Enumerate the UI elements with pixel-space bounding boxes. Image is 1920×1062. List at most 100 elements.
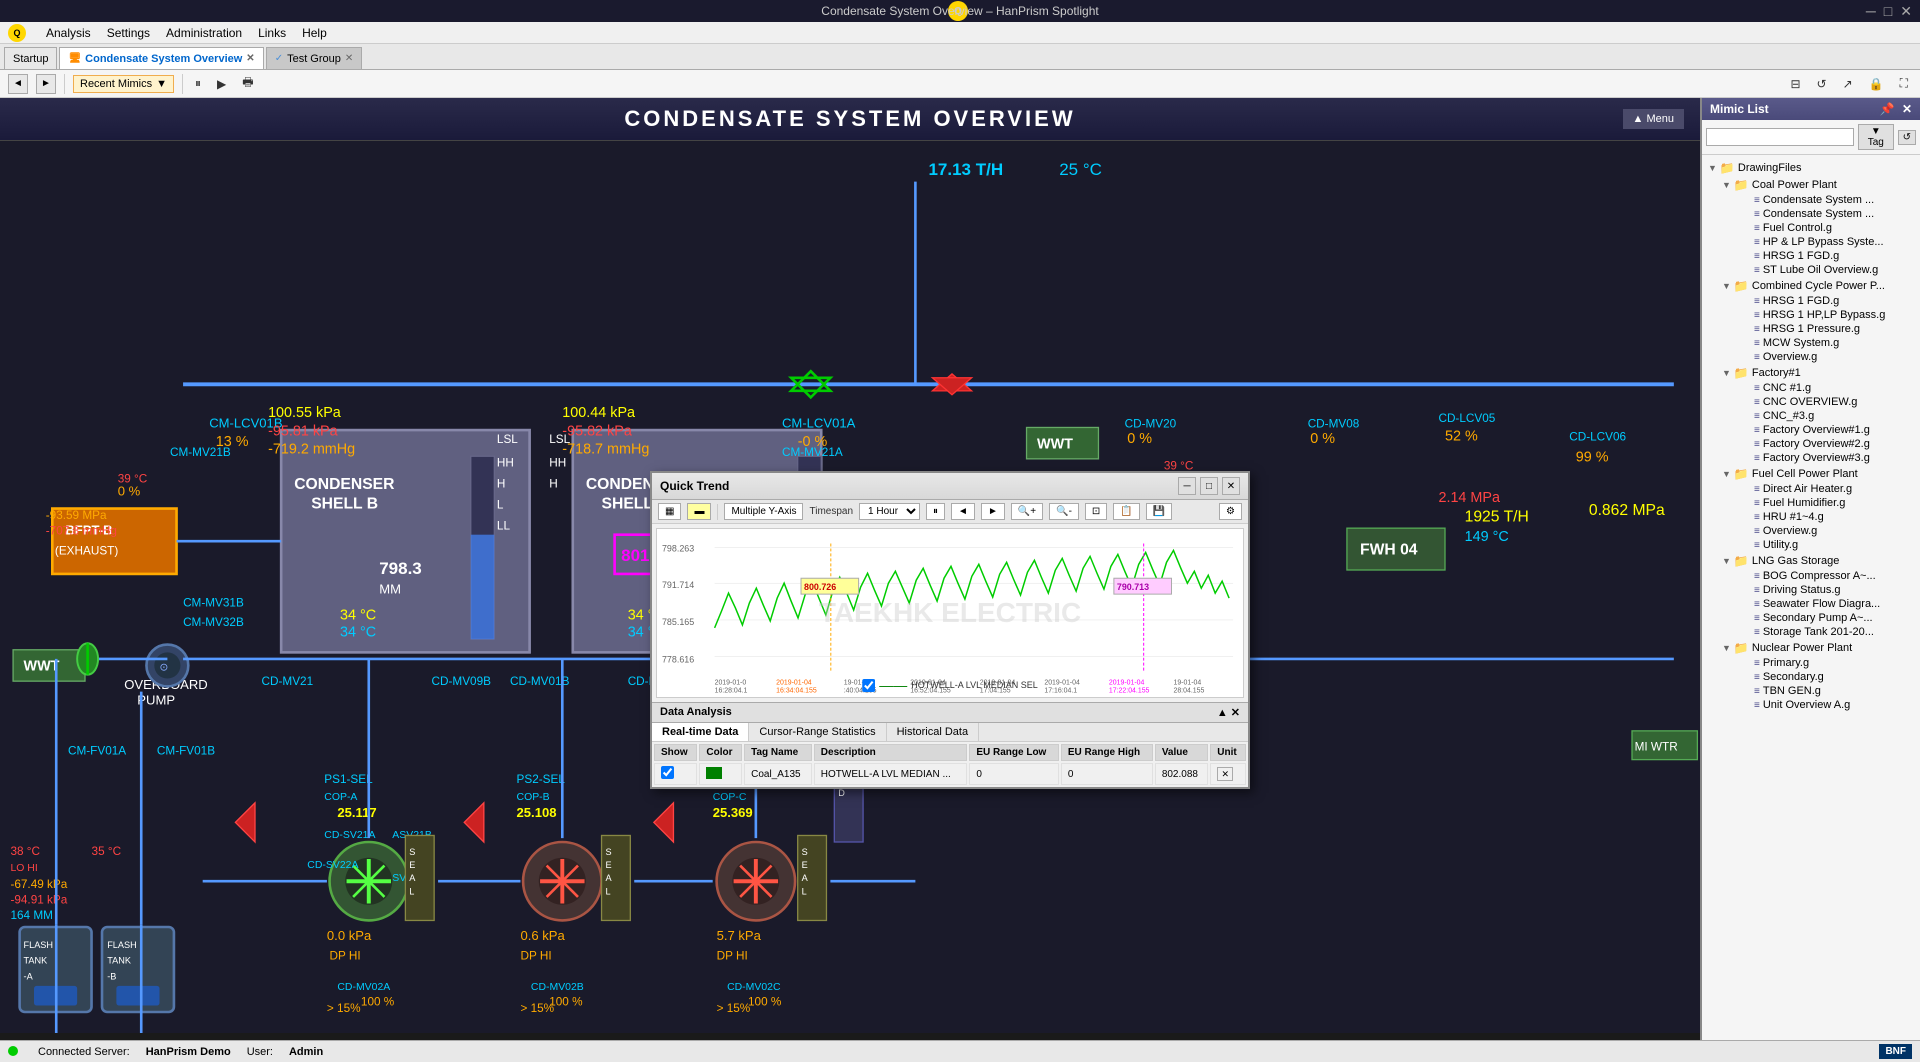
tree-item-cnc3[interactable]: ≡CNC_#3.g [1734, 409, 1916, 423]
menu-settings[interactable]: Settings [107, 26, 150, 40]
delete-row-btn[interactable]: ✕ [1217, 767, 1233, 781]
menu-administration[interactable]: Administration [166, 26, 242, 40]
cell-show[interactable] [654, 763, 697, 785]
qt-multi-y[interactable]: Multiple Y-Axis [724, 503, 803, 520]
qt-timespan-select[interactable]: 1 Hour [859, 503, 920, 520]
ml-filter-btn[interactable]: ▼ Tag [1858, 124, 1894, 150]
minimize-btn[interactable]: ─ [1866, 3, 1876, 20]
tree-item-stlube[interactable]: ≡ ST Lube Oil Overview.g [1734, 263, 1916, 277]
tree-item-fact1[interactable]: ≡Factory Overview#1.g [1734, 423, 1916, 437]
tree-item-cnc1[interactable]: ≡CNC #1.g [1734, 381, 1916, 395]
da-tab-realtime[interactable]: Real-time Data [652, 723, 749, 741]
pause-button[interactable]: ⏸ [191, 74, 205, 93]
menu-analysis[interactable]: Analysis [46, 26, 91, 40]
restore-btn[interactable]: □ [1884, 3, 1892, 20]
tree-item-overview-cc[interactable]: ≡ Overview.g [1734, 350, 1916, 364]
tree-item-cncover[interactable]: ≡CNC OVERVIEW.g [1734, 395, 1916, 409]
tree-item-fuelcontrol[interactable]: ≡ Fuel Control.g [1734, 221, 1916, 235]
da-tab-cursor[interactable]: Cursor-Range Statistics [749, 723, 886, 741]
close-btn[interactable]: ✕ [1900, 3, 1912, 20]
link-icon[interactable]: ↗ [1839, 75, 1857, 93]
da-tab-historical[interactable]: Historical Data [887, 723, 980, 741]
tree-item-mcw[interactable]: ≡ MCW System.g [1734, 336, 1916, 350]
play-button[interactable]: ▶ [213, 75, 230, 93]
tree-item-hrsg1hplp[interactable]: ≡ HRSG 1 HP,LP Bypass.g [1734, 308, 1916, 322]
qt-zoom-in[interactable]: 🔍+ [1011, 503, 1043, 520]
tree-item-hplp[interactable]: ≡ HP & LP Bypass Syste... [1734, 235, 1916, 249]
tree-folder-fuelcell-header[interactable]: ▼ 📁 Fuel Cell Power Plant [1720, 466, 1916, 482]
tree-item-hru[interactable]: ≡HRU #1~4.g [1734, 510, 1916, 524]
tree-item-condensate2[interactable]: ≡ Condensate System ... [1734, 207, 1916, 221]
table-row[interactable]: Coal_A135 HOTWELL-A LVL MEDIAN ... 0 0 8… [654, 763, 1246, 785]
lock-icon[interactable]: 🔒 [1865, 75, 1888, 93]
tab-close-testgroup[interactable]: ✕ [345, 53, 353, 64]
tree-item-hrsg1fgd2[interactable]: ≡ HRSG 1 FGD.g [1734, 294, 1916, 308]
tree-item-condensate1[interactable]: ≡ Condensate System ... [1734, 193, 1916, 207]
qt-pause-btn[interactable]: ⏸ [926, 503, 945, 520]
tree-item-overviewfc[interactable]: ≡Overview.g [1734, 524, 1916, 538]
tree-folder-drawingfiles-header[interactable]: ▼ 📁 DrawingFiles [1706, 160, 1916, 176]
svg-text:100.44 kPa: 100.44 kPa [562, 405, 635, 421]
tree-folder-coal-header[interactable]: ▼ 📁 Coal Power Plant [1720, 177, 1916, 193]
tree-item-directair[interactable]: ≡Direct Air Heater.g [1734, 482, 1916, 496]
qt-copy-btn[interactable]: 📋 [1113, 503, 1139, 520]
tree-item-bog[interactable]: ≡BOG Compressor A~... [1734, 569, 1916, 583]
tree-folder-combined-header[interactable]: ▼ 📁 Combined Cycle Power P... [1720, 278, 1916, 294]
ml-search-input[interactable] [1706, 128, 1854, 146]
tab-condensate[interactable]: 🖥 Condensate System Overview ✕ [59, 47, 263, 69]
tree-folder-nuclear-header[interactable]: ▼ 📁 Nuclear Power Plant [1720, 640, 1916, 656]
qt-window-controls[interactable]: ─ □ ✕ [1178, 477, 1240, 495]
ml-pin-icon[interactable]: 📌 [1880, 102, 1895, 116]
chevron-lng: ▼ [1722, 556, 1731, 566]
tree-item-secondary[interactable]: ≡Secondary.g [1734, 670, 1916, 684]
tab-close-condensate[interactable]: ✕ [246, 53, 254, 64]
tree-item-secondary-pump[interactable]: ≡Secondary Pump A~... [1734, 611, 1916, 625]
qt-zoom-out[interactable]: 🔍- [1049, 503, 1079, 520]
qt-zoom-reset[interactable]: ⊡ [1085, 503, 1107, 520]
tree-item-primary[interactable]: ≡Primary.g [1734, 656, 1916, 670]
menu-links[interactable]: Links [258, 26, 286, 40]
tab-testgroup[interactable]: ✓ Test Group ✕ [266, 47, 363, 69]
tree-item-tbn[interactable]: ≡TBN GEN.g [1734, 684, 1916, 698]
tree-folder-factory-header[interactable]: ▼ 📁 Factory#1 [1720, 365, 1916, 381]
ml-close-icon[interactable]: ✕ [1902, 102, 1912, 116]
qt-close[interactable]: ✕ [1222, 477, 1240, 495]
fi10: ≡ [1754, 425, 1760, 436]
qt-minimize[interactable]: ─ [1178, 477, 1196, 495]
tree-item-driving[interactable]: ≡Driving Status.g [1734, 583, 1916, 597]
fullscreen-icon[interactable]: ⛶ [1896, 74, 1912, 93]
tree-item-storage-tank[interactable]: ≡Storage Tank 201-20... [1734, 625, 1916, 639]
da-controls[interactable]: ▲ ✕ [1217, 706, 1240, 719]
tree-item-fact2[interactable]: ≡Factory Overview#2.g [1734, 437, 1916, 451]
tree-item-fuelhumid[interactable]: ≡Fuel Humidifier.g [1734, 496, 1916, 510]
qt-prev-btn[interactable]: ◄ [951, 503, 975, 520]
svg-text:99 %: 99 % [1576, 449, 1609, 465]
tree-item-hrsg1fgd[interactable]: ≡ HRSG 1 FGD.g [1734, 249, 1916, 263]
tree-item-hrsg1pressure[interactable]: ≡ HRSG 1 Pressure.g [1734, 322, 1916, 336]
menu-button[interactable]: ▲ Menu [1623, 109, 1684, 129]
legend-checkbox[interactable] [862, 679, 875, 692]
print-button[interactable]: 🖶 [238, 71, 257, 96]
recent-mimics-button[interactable]: Recent Mimics ▼ [73, 75, 174, 93]
tree-item-fact3[interactable]: ≡Factory Overview#3.g [1734, 451, 1916, 465]
menu-help[interactable]: Help [302, 26, 327, 40]
window-controls[interactable]: ─ □ ✕ [1866, 3, 1912, 20]
qt-grid-btn[interactable]: ▦ [658, 503, 681, 520]
back-button[interactable]: ◄ [8, 74, 28, 94]
qt-restore[interactable]: □ [1200, 477, 1218, 495]
tree-item-utility[interactable]: ≡Utility.g [1734, 538, 1916, 552]
tab-startup[interactable]: Startup [4, 47, 57, 69]
ml-header-controls[interactable]: 📌 ✕ [1880, 102, 1912, 116]
app-menu-icon[interactable]: Q [8, 24, 26, 42]
refresh-icon[interactable]: ↺ [1813, 75, 1831, 93]
tree-item-unitoverview[interactable]: ≡Unit Overview A.g [1734, 698, 1916, 712]
qt-settings-btn[interactable]: ⚙ [1219, 503, 1242, 520]
forward-button[interactable]: ► [36, 74, 56, 94]
qt-next-btn[interactable]: ► [981, 503, 1005, 520]
qt-line-btn[interactable]: ▬ [687, 503, 711, 520]
tree-folder-lng-header[interactable]: ▼ 📁 LNG Gas Storage [1720, 553, 1916, 569]
tree-item-seawater[interactable]: ≡Seawater Flow Diagra... [1734, 597, 1916, 611]
ml-refresh-btn[interactable]: ↺ [1898, 130, 1916, 145]
monitor-icon[interactable]: ⊟ [1786, 75, 1804, 93]
qt-export-btn[interactable]: 💾 [1146, 503, 1172, 520]
